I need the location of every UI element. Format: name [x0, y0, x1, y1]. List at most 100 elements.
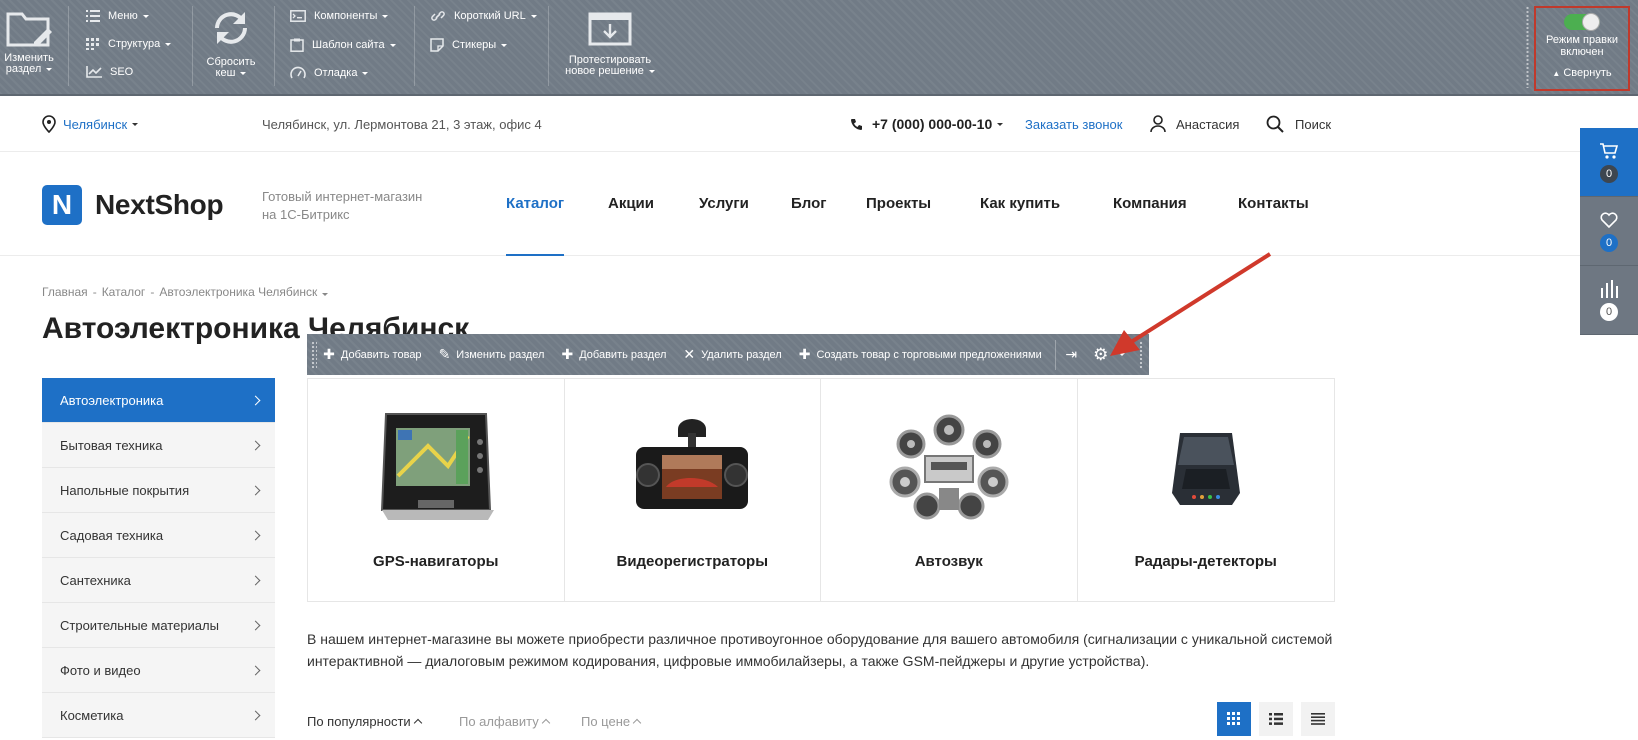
table-view-icon — [1311, 713, 1325, 725]
sidebar-item-cosmetics[interactable]: Косметика — [42, 693, 275, 738]
chevron-down-icon — [142, 14, 149, 18]
sort-by-popularity[interactable]: По популярности — [307, 714, 422, 729]
user-account[interactable]: Анастасия — [1150, 96, 1239, 152]
section-title[interactable]: Видеорегистраторы — [565, 553, 821, 570]
sort-by-alphabet[interactable]: По алфавиту — [459, 714, 550, 729]
seo-button[interactable]: SEO — [86, 66, 133, 78]
gps-navigator-image — [380, 413, 494, 520]
list-view-icon — [1269, 713, 1283, 725]
admin-divider — [414, 6, 415, 86]
slogan-line-2: на 1С-Битрикс — [262, 207, 350, 222]
breadcrumb-item[interactable]: Каталог — [102, 285, 146, 299]
add-section-label: Добавить раздел — [579, 348, 667, 361]
create-offer-label: Создать товар с торговыми предложениями — [816, 348, 1042, 361]
section-image — [308, 401, 564, 529]
callback-link[interactable]: Заказать звонок — [1025, 96, 1122, 152]
admin-panel: Изменить раздел Меню Структура SEO Сброс… — [0, 0, 1638, 96]
sidebar-item-building-materials[interactable]: Строительные материалы — [42, 603, 275, 648]
grid-view-icon — [1227, 712, 1240, 725]
favorites-button[interactable]: 0 — [1580, 197, 1638, 266]
sidebar-item-plumbing[interactable]: Сантехника — [42, 558, 275, 603]
nav-item-services[interactable]: Услуги — [699, 152, 749, 256]
structure-button[interactable]: Структура — [86, 38, 172, 50]
sort-bar: По популярности По алфавиту По цене — [307, 700, 1335, 740]
section-card-car-audio[interactable]: Автозвук — [821, 379, 1078, 601]
nav-item-company[interactable]: Компания — [1113, 152, 1187, 256]
nav-item-catalog[interactable]: Каталог — [506, 152, 565, 256]
city-selector[interactable]: Челябинск — [42, 96, 139, 152]
sidebar-item-garden[interactable]: Садовая техника — [42, 513, 275, 558]
sidebar-item-label: Автоэлектроника — [60, 392, 164, 408]
section-card-dashcams[interactable]: Видеорегистраторы — [565, 379, 821, 601]
edit-section-button[interactable]: ✎ Изменить раздел — [439, 347, 545, 361]
site-logo[interactable]: N NextShop — [42, 185, 224, 225]
reset-cache-button[interactable]: Сбросить кеш — [200, 6, 262, 100]
section-title[interactable]: Радары-детекторы — [1078, 553, 1335, 570]
delete-section-button[interactable]: ✕ Удалить раздел — [683, 347, 782, 361]
heart-icon — [1600, 211, 1618, 228]
add-section-button[interactable]: ✚ Добавить раздел — [561, 347, 667, 361]
section-title[interactable]: GPS-навигаторы — [308, 553, 564, 570]
search-button[interactable]: Поиск — [1266, 96, 1331, 152]
sidebar-item-auto-electronics[interactable]: Автоэлектроника — [42, 378, 275, 423]
sidebar-item-photo-video[interactable]: Фото и видео — [42, 648, 275, 693]
section-title[interactable]: Автозвук — [821, 553, 1077, 570]
collapse-button[interactable]: ▲ Свернуть — [1536, 67, 1628, 80]
test-solution-button[interactable]: Протестировать новое решение — [560, 12, 660, 106]
nav-item-sales[interactable]: Акции — [608, 152, 654, 256]
nav-item-contacts[interactable]: Контакты — [1238, 152, 1309, 256]
section-image — [821, 401, 1077, 529]
view-grid-button[interactable] — [1217, 702, 1251, 736]
bar-chart-icon — [1601, 279, 1618, 298]
toolbar-drag-handle[interactable] — [311, 340, 318, 369]
breadcrumb: Главная - Каталог - Автоэлектроника Челябинс… — [42, 285, 329, 299]
add-product-button[interactable]: ✚ Добавить товар — [323, 346, 421, 362]
pin-icon: ⇥ — [1065, 346, 1078, 362]
annotation-arrow — [1110, 252, 1272, 356]
site-template-button[interactable]: Шаблон сайта — [290, 38, 396, 52]
sidebar-item-label: Строительные материалы — [60, 617, 219, 633]
cart-button[interactable]: 0 — [1580, 128, 1638, 197]
view-list-button[interactable] — [1259, 702, 1293, 736]
create-offer-product-button[interactable]: ✚ Создать товар с торговыми предложениями — [799, 347, 1042, 361]
panel-drag-handle[interactable] — [1526, 6, 1529, 88]
nav-item-projects[interactable]: Проекты — [866, 152, 931, 256]
chevron-up-icon — [541, 718, 550, 728]
stickers-button[interactable]: Стикеры — [430, 38, 508, 52]
section-card-radar-detectors[interactable]: Радары-детекторы — [1078, 379, 1335, 601]
short-url-button[interactable]: Короткий URL — [430, 10, 537, 22]
view-table-button[interactable] — [1301, 702, 1335, 736]
chevron-down-icon — [501, 43, 508, 47]
chevron-right-icon — [250, 440, 261, 450]
stickers-label: Стикеры — [452, 39, 497, 51]
phone-selector[interactable]: +7 (000) 000-00-10 — [850, 96, 1004, 152]
breadcrumb-item[interactable]: Автоэлектроника Челябинск — [159, 285, 317, 299]
plus-icon: ✚ — [323, 346, 335, 362]
debug-button[interactable]: Отладка — [290, 66, 369, 80]
nav-item-blog[interactable]: Блог — [791, 152, 827, 256]
slogan-line-1: Готовый интернет-магазин — [262, 189, 423, 204]
toggle-knob — [1582, 13, 1600, 31]
sort-by-price[interactable]: По цене — [581, 714, 642, 729]
address-text: Челябинск, ул. Лермонтова 21, 3 этаж, оф… — [262, 116, 542, 132]
edit-mode-block: Режим правки включен ▲ Свернуть — [1534, 6, 1630, 91]
nav-item-how-to-buy[interactable]: Как купить — [980, 152, 1060, 256]
download-window-icon — [588, 12, 632, 46]
menu-button[interactable]: Меню — [86, 10, 149, 22]
change-section-label-2: раздел — [5, 63, 42, 75]
components-button[interactable]: Компоненты — [290, 10, 389, 22]
edit-mode-toggle[interactable] — [1564, 13, 1600, 31]
pin-toolbar-button[interactable]: ⇥ — [1065, 346, 1083, 362]
breadcrumb-item[interactable]: Главная — [42, 285, 88, 299]
sidebar-item-home-appliances[interactable]: Бытовая техника — [42, 423, 275, 468]
delete-section-label: Удалить раздел — [701, 348, 782, 361]
compare-button[interactable]: 0 — [1580, 266, 1638, 335]
compare-count: 0 — [1600, 302, 1618, 321]
debug-label: Отладка — [314, 67, 358, 79]
phone-number: +7 (000) 000-00-10 — [872, 116, 993, 132]
user-name: Анастасия — [1176, 116, 1240, 132]
sidebar-menu: Автоэлектроника Бытовая техника Напольны… — [42, 378, 275, 738]
change-section-button[interactable]: Изменить раздел — [2, 8, 56, 102]
section-card-gps[interactable]: GPS-навигаторы — [308, 379, 565, 601]
sidebar-item-flooring[interactable]: Напольные покрытия — [42, 468, 275, 513]
